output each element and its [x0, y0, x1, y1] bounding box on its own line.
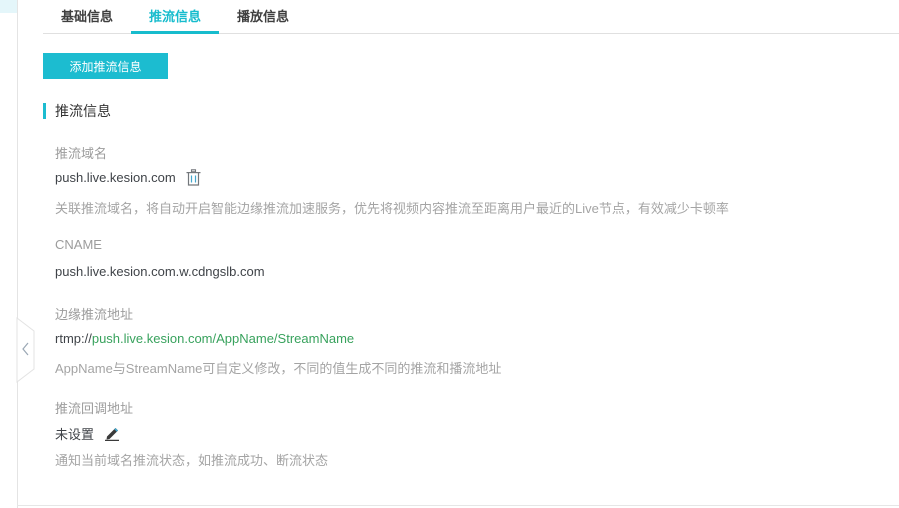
- content-bottom-divider: [17, 505, 899, 506]
- edge-push-url-scheme: rtmp://: [55, 331, 92, 346]
- push-domain-value: push.live.kesion.com: [55, 170, 176, 185]
- delete-domain-button[interactable]: [186, 169, 201, 186]
- sidebar-remnant: [0, 0, 17, 13]
- push-domain-value-row: push.live.kesion.com: [55, 169, 201, 186]
- tab-play-info[interactable]: 播放信息: [219, 0, 307, 33]
- cname-label: CNAME: [55, 237, 102, 252]
- push-domain-label: 推流域名: [55, 143, 107, 162]
- callback-url-label: 推流回调地址: [55, 398, 133, 417]
- add-push-info-button[interactable]: 添加推流信息: [43, 53, 168, 79]
- section-title: 推流信息: [43, 103, 111, 119]
- edge-push-url-description: AppName与StreamName可自定义修改，不同的值生成不同的推流和播流地…: [55, 358, 501, 377]
- edge-push-url-value-row: rtmp://push.live.kesion.com/AppName/Stre…: [55, 331, 354, 346]
- push-domain-description: 关联推流域名，将自动开启智能边缘推流加速服务，优先将视频内容推流至距离用户最近的…: [55, 198, 729, 217]
- tab-bar: 基础信息 推流信息 播放信息: [43, 0, 899, 34]
- callback-url-description: 通知当前域名推流状态，如推流成功、断流状态: [55, 450, 328, 469]
- sidebar-divider: [17, 0, 18, 508]
- sidebar-collapse-handle[interactable]: [16, 314, 36, 386]
- edge-push-url-link[interactable]: push.live.kesion.com/AppName/StreamName: [92, 331, 354, 346]
- tab-basic-info[interactable]: 基础信息: [43, 0, 131, 33]
- callback-url-value: 未设置: [55, 424, 94, 443]
- edge-push-url-label: 边缘推流地址: [55, 304, 133, 323]
- trash-icon: [186, 169, 201, 186]
- callback-url-value-row: 未设置: [55, 424, 120, 443]
- chevron-left-icon: [16, 314, 36, 386]
- edit-icon: [104, 426, 120, 441]
- tab-push-info[interactable]: 推流信息: [131, 0, 219, 33]
- cname-value: push.live.kesion.com.w.cdngslb.com: [55, 264, 265, 279]
- edit-callback-button[interactable]: [104, 426, 120, 441]
